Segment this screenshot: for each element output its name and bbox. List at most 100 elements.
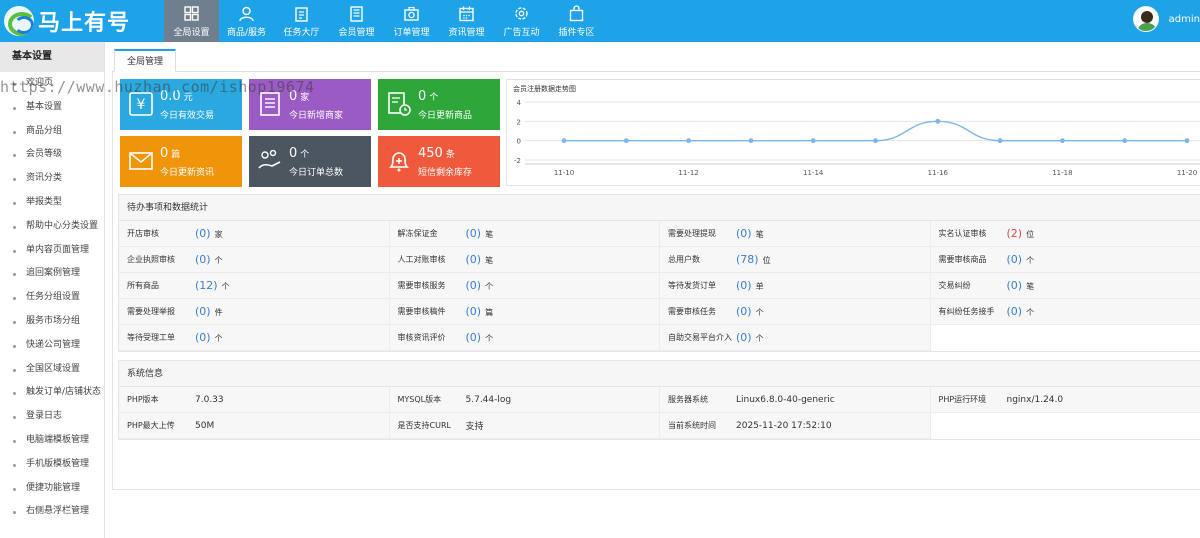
data-point[interactable] <box>997 138 1003 144</box>
sidebar-item[interactable]: 追回案例管理 <box>0 262 104 286</box>
todo-count-link[interactable]: (0) <box>195 305 211 318</box>
todo-item: 需要审核稿件 (0) 篇 <box>389 299 660 325</box>
sidebar-item[interactable]: 快递公司管理 <box>0 334 104 358</box>
todo-label: 需要处理提现 <box>668 229 716 238</box>
sysinfo-value: Linux6.8.0-40-generic <box>736 394 835 405</box>
nav-item-4[interactable]: 订单管理 <box>384 0 439 42</box>
todo-count-link[interactable]: (12) <box>195 279 218 292</box>
nav-item-6[interactable]: 广告互动 <box>494 0 549 42</box>
todo-count-link[interactable]: (0) <box>466 331 482 344</box>
nav-item-1[interactable]: 商品/服务 <box>219 0 274 42</box>
x-tick-label: 11-10 <box>554 169 574 177</box>
nav-item-label: 全局设置 <box>173 28 210 38</box>
sidebar-item[interactable]: 举报类型 <box>0 191 104 215</box>
sysinfo-panel-title: 系统信息 <box>119 361 1200 387</box>
sidebar-item-label: 基本设置 <box>26 101 63 112</box>
todo-count-link[interactable]: (0) <box>195 227 211 240</box>
todo-count-link[interactable]: (78) <box>736 253 759 266</box>
data-point[interactable] <box>748 138 754 144</box>
stat-unit: 个 <box>300 150 310 160</box>
data-point[interactable] <box>1184 138 1190 144</box>
data-point[interactable] <box>561 138 567 144</box>
bell-plus-icon <box>389 152 409 172</box>
sidebar-item-label: 触发订单/店铺状态 <box>26 387 102 398</box>
sysinfo-label: PHP运行环境 <box>938 395 987 404</box>
sysinfo-label: MYSQL版本 <box>397 395 442 404</box>
sidebar-item[interactable]: 服务市场分组 <box>0 310 104 334</box>
data-point[interactable] <box>1122 138 1128 144</box>
todo-count-link[interactable]: (0) <box>195 331 211 344</box>
stat-tile[interactable]: 0 个今日订单总数 <box>249 136 371 187</box>
nav-item-0[interactable]: 全局设置 <box>164 0 219 42</box>
nav-item-3[interactable]: 会员管理 <box>329 0 384 42</box>
registration-chart: 会员注册数据走势图 4 2 0 -2 11-10 11-12 11-14 11-16 11-18… <box>506 79 1200 186</box>
todo-unit: 个 <box>755 334 764 343</box>
data-point[interactable] <box>623 138 629 144</box>
todo-count-link[interactable]: (0) <box>195 253 211 266</box>
stat-tile[interactable]: 450 条短信剩余库存 <box>378 136 500 187</box>
sidebar-item-label: 登录日志 <box>26 411 63 422</box>
dashboard-content: ¥0.0 元今日有效交易 0 家今日新增商家 0 个今日更新商品 0 篇今日更新资讯 0 个今日订… <box>112 72 1200 490</box>
sidebar-item[interactable]: 单内容页面管理 <box>0 239 104 263</box>
todo-unit: 位 <box>1026 230 1035 239</box>
sidebar-item[interactable]: 基本设置 <box>0 96 104 120</box>
todo-item: 有纠纷任务接手 (0) 个 <box>930 299 1200 325</box>
nav-item-7[interactable]: 插件专区 <box>549 0 604 42</box>
todo-count-link[interactable]: (0) <box>466 227 482 240</box>
sidebar-item[interactable]: 便捷功能管理 <box>0 477 104 501</box>
sysinfo-value: 5.7.44-log <box>465 394 512 405</box>
todo-count-link[interactable]: (0) <box>466 279 482 292</box>
sidebar-item-label: 全国区域设置 <box>26 363 81 374</box>
stat-unit: 条 <box>445 150 455 160</box>
todo-count-link[interactable]: (0) <box>466 305 482 318</box>
todo-count-link[interactable]: (0) <box>736 279 752 292</box>
tab-global-management[interactable]: 全局管理 <box>114 49 177 72</box>
todo-item: 需要审核商品 (0) 个 <box>930 247 1200 273</box>
sidebar-item[interactable]: 电脑端模板管理 <box>0 429 104 453</box>
data-point[interactable] <box>810 138 816 144</box>
todo-item: 需要审核服务 (0) 个 <box>389 273 660 299</box>
todo-count-link[interactable]: (0) <box>1007 305 1023 318</box>
todo-label: 等待受理工单 <box>127 333 175 342</box>
sidebar-item[interactable]: 右侧悬浮栏管理 <box>0 500 104 524</box>
stat-tile[interactable]: 0 个今日更新商品 <box>378 79 500 130</box>
user-name[interactable]: admin <box>1169 14 1200 25</box>
sidebar-item[interactable]: 触发订单/店铺状态 <box>0 381 104 405</box>
stat-label: 今日新增商家 <box>289 111 344 121</box>
sidebar-item[interactable]: 全国区域设置 <box>0 358 104 382</box>
sidebar-item[interactable]: 登录日志 <box>0 405 104 429</box>
sidebar-item[interactable]: 资讯分类 <box>0 167 104 191</box>
sidebar-item[interactable]: 会员等级 <box>0 143 104 167</box>
todo-count-link[interactable]: (0) <box>736 331 752 344</box>
sidebar-item[interactable]: 帮助中心分类设置 <box>0 215 104 239</box>
nav-item-2[interactable]: 任务大厅 <box>274 0 329 42</box>
todo-count-link[interactable]: (2) <box>1007 227 1023 240</box>
sidebar-item[interactable]: 商品分组 <box>0 120 104 144</box>
data-point[interactable] <box>686 138 691 144</box>
sidebar-item[interactable]: 任务分组设置 <box>0 286 104 310</box>
todo-count-link[interactable]: (0) <box>1007 279 1023 292</box>
todo-count-link[interactable]: (0) <box>736 305 752 318</box>
todo-count-link[interactable]: (0) <box>466 253 482 266</box>
sidebar-item[interactable]: 手机版模板管理 <box>0 453 104 477</box>
avatar[interactable] <box>1132 6 1159 32</box>
nav-item-5[interactable]: 资讯管理 <box>439 0 494 42</box>
data-point[interactable] <box>873 138 878 144</box>
todo-grid: 开店审核 (0) 家解冻保证金 (0) 笔需要处理提现 (0) 笔实名认证审核 (2) 位企业执… <box>119 221 1200 351</box>
user-menu[interactable]: admin <box>1132 6 1200 32</box>
stat-label: 今日更新商品 <box>418 111 473 121</box>
todo-label: 开店审核 <box>127 229 159 238</box>
nav-item-label: 商品/服务 <box>226 28 267 38</box>
user-icon <box>239 6 254 22</box>
sysinfo-value: 支持 <box>465 422 484 432</box>
data-point[interactable] <box>935 118 941 124</box>
grid-icon <box>184 6 199 21</box>
sysinfo-value: 7.0.33 <box>195 394 224 405</box>
todo-count-link[interactable]: (0) <box>736 227 752 240</box>
main-nav: 全局设置 商品/服务 任务大厅 会员管理 订单管理 资讯管理 广告互动 插件专区 <box>164 0 604 42</box>
logo[interactable]: 马上有号 <box>4 5 130 37</box>
todo-count-link[interactable]: (0) <box>1007 253 1023 266</box>
data-point[interactable] <box>1060 138 1065 144</box>
stat-tile[interactable]: 0 篇今日更新资讯 <box>120 136 242 187</box>
todo-panel-title: 待办事项和数据统计 <box>119 195 1200 221</box>
